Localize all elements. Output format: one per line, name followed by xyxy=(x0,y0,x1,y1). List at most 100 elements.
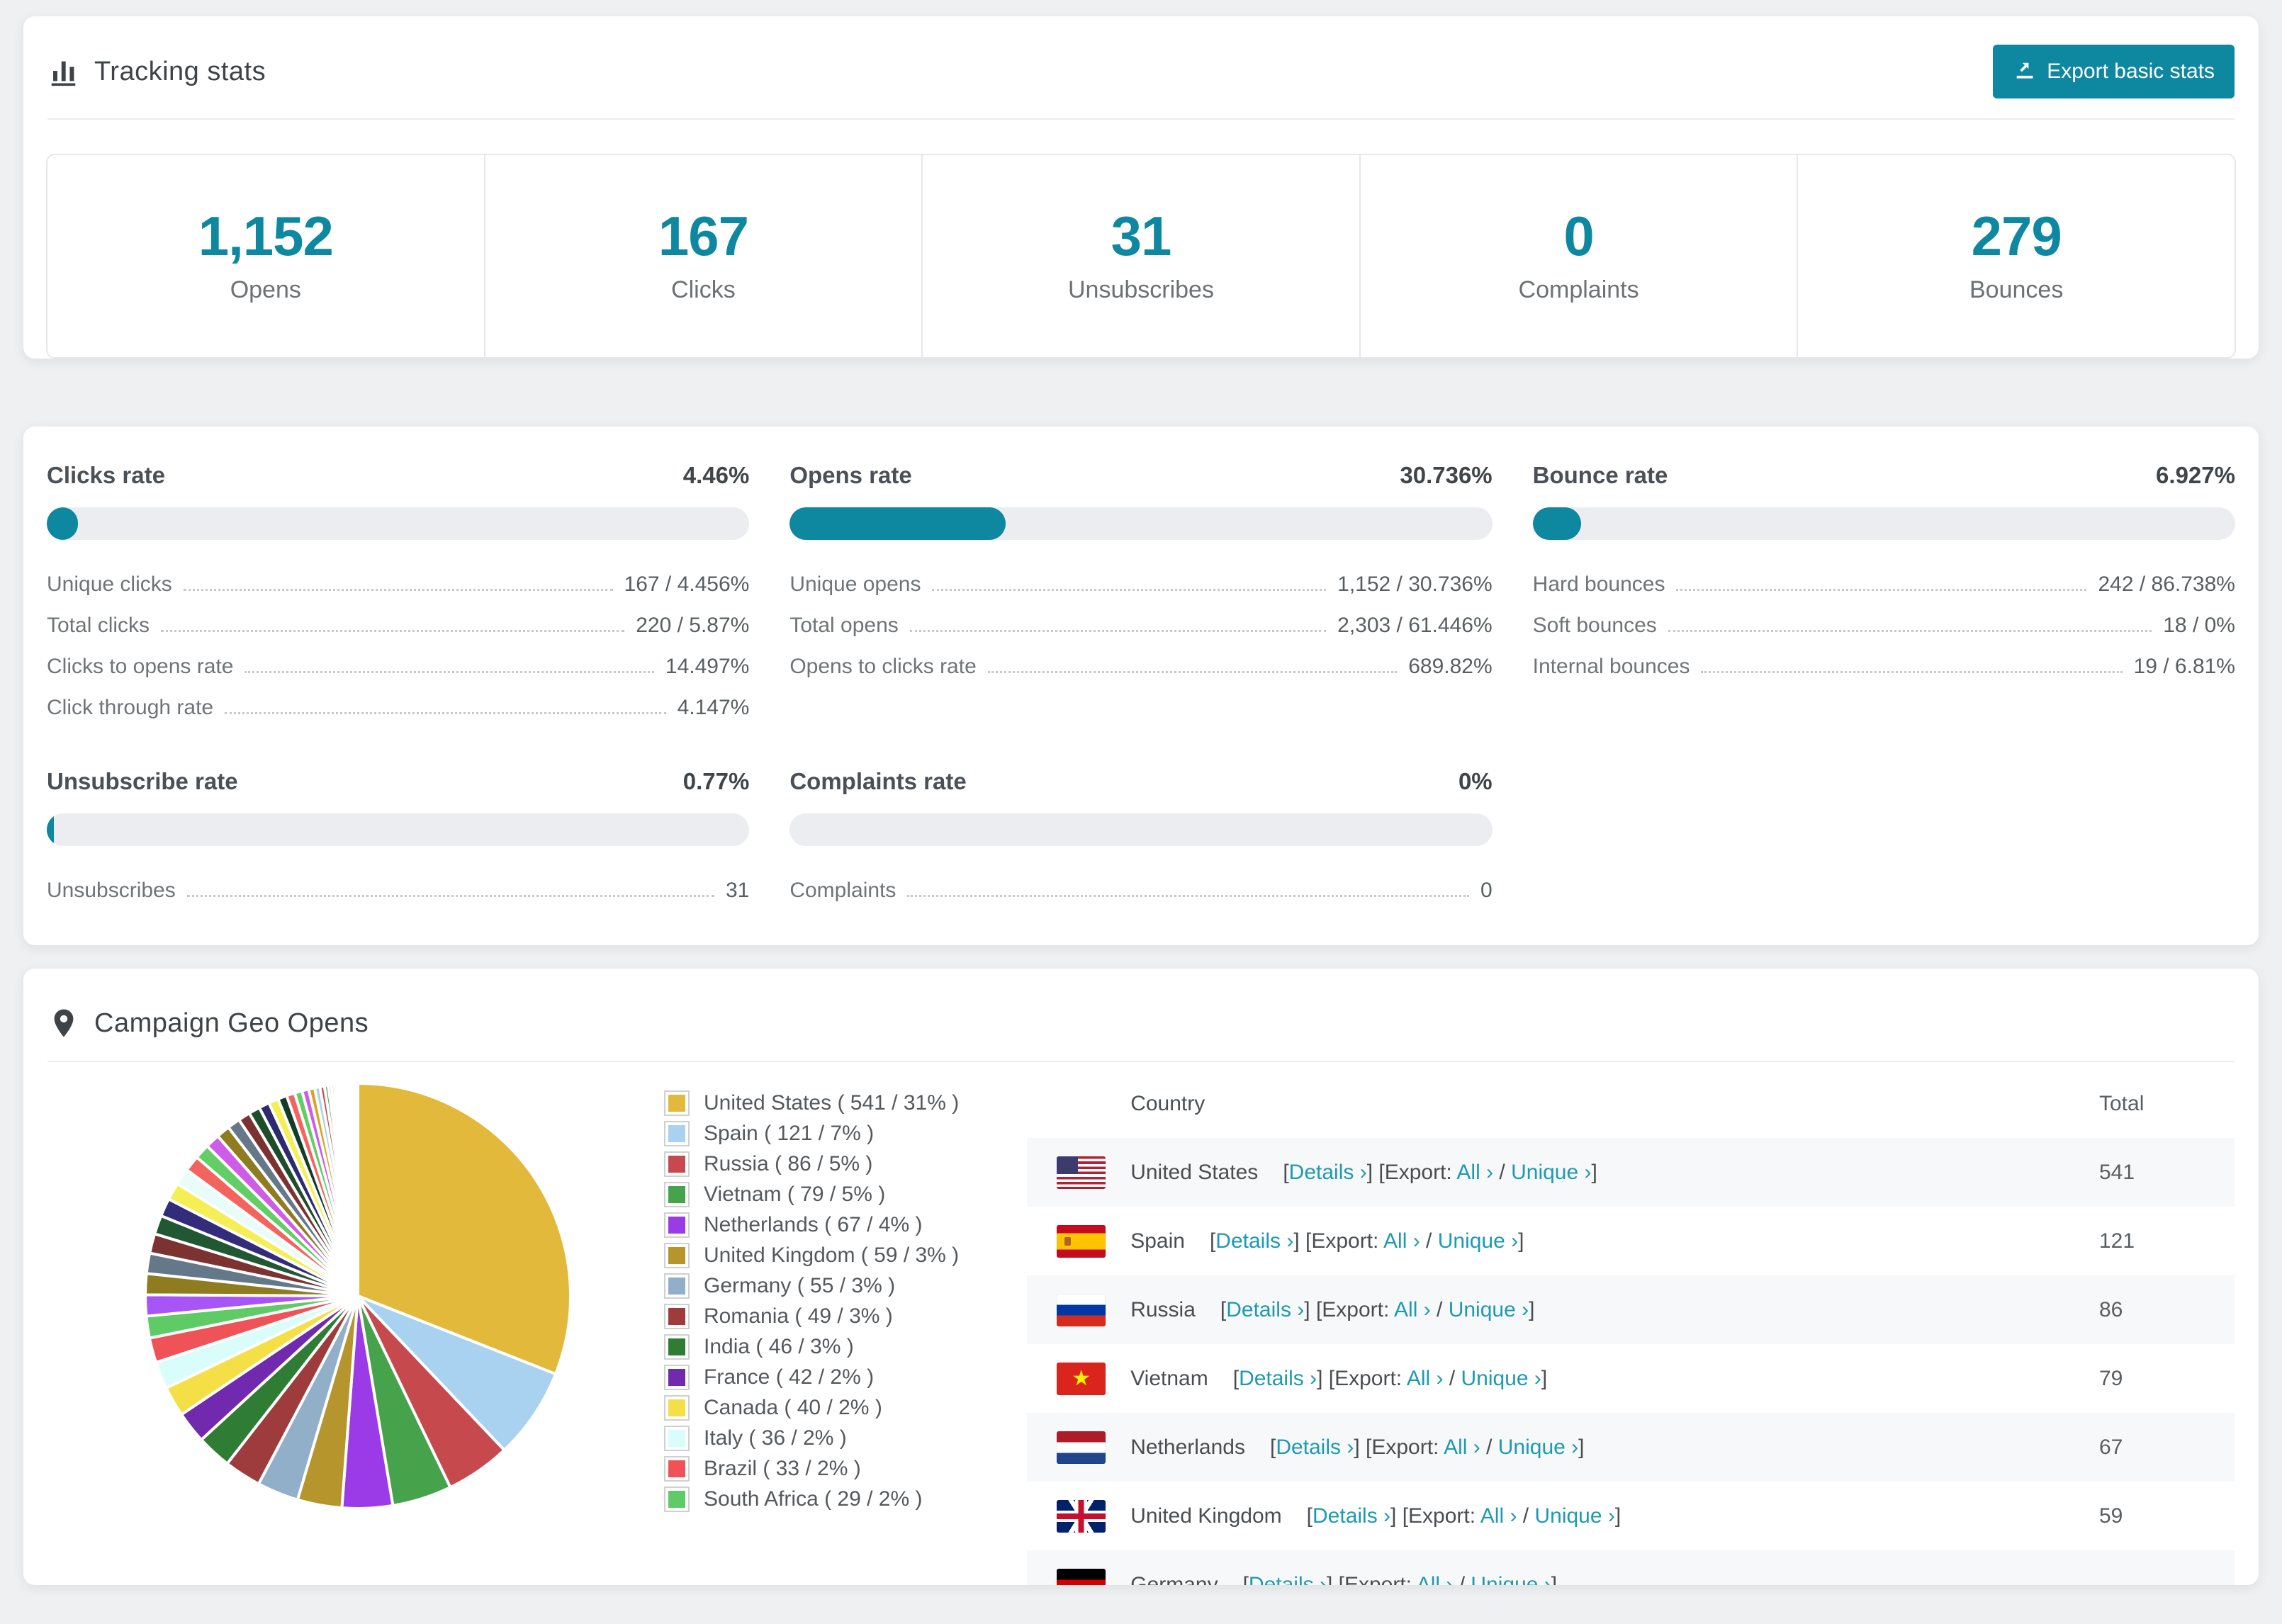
legend-item[interactable]: Germany ( 55 / 3% ) xyxy=(664,1270,959,1301)
rate-rows: Unique opens 1,152 / 30.736% Total opens… xyxy=(789,558,1492,682)
export-all-link[interactable]: All › xyxy=(1417,1573,1454,1586)
legend-label: South Africa ( 29 / 2% ) xyxy=(704,1487,923,1511)
country-name: United States xyxy=(1130,1160,1259,1184)
country-links: [Details ›] [Export: All › / Unique ›] xyxy=(1220,1298,1535,1322)
legend-item[interactable]: India ( 46 / 3% ) xyxy=(664,1331,959,1362)
rate-value: 0% xyxy=(1458,768,1493,794)
legend-item[interactable]: Spain ( 121 / 7% ) xyxy=(664,1118,959,1149)
stat-cell: 279 Bounces xyxy=(1798,155,2235,357)
details-link[interactable]: Details › xyxy=(1313,1504,1390,1528)
legend-swatch xyxy=(664,1394,690,1421)
legend-item[interactable]: United States ( 541 / 31% ) xyxy=(664,1088,959,1118)
rate-title: Clicks rate xyxy=(47,462,165,488)
export-unique-link[interactable]: Unique › xyxy=(1498,1436,1578,1459)
export-basic-stats-button[interactable]: Export basic stats xyxy=(1993,45,2235,98)
stat-value: 279 xyxy=(1971,205,2062,267)
details-link[interactable]: Details › xyxy=(1215,1229,1293,1253)
legend-item[interactable]: United Kingdom ( 59 / 3% ) xyxy=(664,1240,959,1270)
export-prefix: ] [Export: xyxy=(1317,1366,1407,1390)
country-flag-icon xyxy=(1057,1362,1106,1395)
legend-item[interactable]: Vietnam ( 79 / 5% ) xyxy=(664,1179,959,1209)
separator: / xyxy=(1443,1366,1461,1390)
details-link[interactable]: Details › xyxy=(1226,1298,1304,1321)
country-links: [Details ›] [Export: All › / Unique ›] xyxy=(1270,1436,1585,1460)
export-all-link[interactable]: All › xyxy=(1407,1367,1444,1390)
rate-panel: Clicks rate 4.46% Unique clicks 167 / 4.… xyxy=(47,462,750,723)
export-button-label: Export basic stats xyxy=(2047,60,2215,83)
progress-bar-track xyxy=(47,813,750,846)
export-all-link[interactable]: All › xyxy=(1456,1161,1493,1184)
rate-row: Total clicks 220 / 5.87% xyxy=(47,599,749,641)
rate-row-value: 167 / 4.456% xyxy=(624,573,750,596)
legend-item[interactable]: South Africa ( 29 / 2% ) xyxy=(664,1484,959,1514)
progress-bar-track xyxy=(789,507,1493,540)
country-flag-icon xyxy=(1057,1568,1106,1585)
rates-grid: Clicks rate 4.46% Unique clicks 167 / 4.… xyxy=(47,462,2235,906)
export-unique-link[interactable]: Unique › xyxy=(1461,1367,1541,1390)
rate-panel: Bounce rate 6.927% Hard bounces 242 / 86… xyxy=(1532,462,2235,723)
legend-item[interactable]: France ( 42 / 2% ) xyxy=(664,1362,959,1392)
country-name: Netherlands xyxy=(1130,1435,1245,1459)
details-link[interactable]: Details › xyxy=(1276,1436,1354,1459)
rate-row-value: 19 / 6.81% xyxy=(2133,655,2235,678)
export-all-link[interactable]: All › xyxy=(1480,1504,1517,1528)
legend-item[interactable]: Russia ( 86 / 5% ) xyxy=(664,1149,959,1179)
legend-swatch xyxy=(664,1151,690,1177)
legend-swatch xyxy=(664,1486,690,1512)
export-all-link[interactable]: All › xyxy=(1383,1229,1420,1253)
rate-value: 0.77% xyxy=(682,768,750,794)
table-row: Spain [Details ›] [Export: All › / Uniqu… xyxy=(1027,1207,2235,1275)
rate-row-value: 220 / 5.87% xyxy=(636,614,750,637)
export-prefix: ] [Export: xyxy=(1366,1160,1457,1184)
legend-label: Spain ( 121 / 7% ) xyxy=(704,1121,875,1145)
pie-slice[interactable] xyxy=(355,1081,359,1297)
rate-panel: Opens rate 30.736% Unique opens 1,152 / … xyxy=(789,462,1493,723)
bracket-text: ] xyxy=(1551,1572,1558,1586)
stats-summary-box: 1,152 Opens 167 Clicks 31 Unsubscribes 0… xyxy=(46,154,2236,359)
campaign-geo-opens-card: Campaign Geo Opens United States ( 541 /… xyxy=(23,969,2259,1585)
country-flag-icon xyxy=(1057,1224,1106,1258)
export-all-link[interactable]: All › xyxy=(1394,1298,1431,1321)
page-title: Tracking stats xyxy=(94,56,266,86)
column-header-country: Country xyxy=(1130,1091,1205,1115)
country-name: Vietnam xyxy=(1130,1366,1208,1390)
export-unique-link[interactable]: Unique › xyxy=(1438,1229,1518,1253)
rate-title: Complaints rate xyxy=(789,768,967,794)
country-flag-icon xyxy=(1057,1156,1106,1189)
export-unique-link[interactable]: Unique › xyxy=(1511,1161,1591,1184)
export-all-link[interactable]: All › xyxy=(1444,1436,1480,1459)
stat-cell: 31 Unsubscribes xyxy=(923,155,1361,357)
legend-item[interactable]: Romania ( 49 / 3% ) xyxy=(664,1301,959,1331)
legend-swatch xyxy=(664,1212,690,1238)
dotted-leader xyxy=(1676,589,2087,591)
map-pin-icon xyxy=(47,1007,80,1039)
table-row: Vietnam [Details ›] [Export: All › / Uni… xyxy=(1027,1344,2235,1413)
export-unique-link[interactable]: Unique › xyxy=(1449,1298,1529,1321)
legend-item[interactable]: Brazil ( 33 / 2% ) xyxy=(664,1453,959,1484)
export-unique-link[interactable]: Unique › xyxy=(1534,1504,1614,1528)
rate-row-label: Total clicks xyxy=(47,614,150,637)
table-row: United States [Details ›] [Export: All ›… xyxy=(1027,1138,2235,1207)
legend-item[interactable]: Italy ( 36 / 2% ) xyxy=(664,1423,959,1453)
legend-swatch xyxy=(664,1333,690,1360)
export-unique-link[interactable]: Unique › xyxy=(1471,1573,1551,1586)
rate-row-value: 689.82% xyxy=(1408,655,1493,678)
progress-bar-fill xyxy=(47,813,54,846)
page: Tracking stats Export basic stats 1,152 … xyxy=(0,0,2282,1585)
rate-rows: Complaints 0 xyxy=(789,864,1492,906)
legend-item[interactable]: Netherlands ( 67 / 4% ) xyxy=(664,1209,959,1240)
rate-row: Complaints 0 xyxy=(789,864,1492,906)
details-link[interactable]: Details › xyxy=(1239,1367,1317,1390)
country-flag-icon xyxy=(1057,1293,1106,1326)
bracket-text: [ xyxy=(1242,1572,1249,1586)
details-link[interactable]: Details › xyxy=(1289,1161,1367,1184)
export-prefix: ] [Export: xyxy=(1304,1297,1395,1321)
details-link[interactable]: Details › xyxy=(1249,1573,1327,1586)
rate-rows: Unsubscribes 31 xyxy=(47,864,749,906)
dotted-leader xyxy=(987,671,1398,673)
rate-head: Unsubscribe rate 0.77% xyxy=(47,768,749,795)
rate-row-value: 1,152 / 30.736% xyxy=(1337,573,1493,596)
rate-row-value: 14.497% xyxy=(665,655,750,678)
legend-item[interactable]: Canada ( 40 / 2% ) xyxy=(664,1392,959,1423)
bracket-text: [ xyxy=(1232,1366,1240,1390)
